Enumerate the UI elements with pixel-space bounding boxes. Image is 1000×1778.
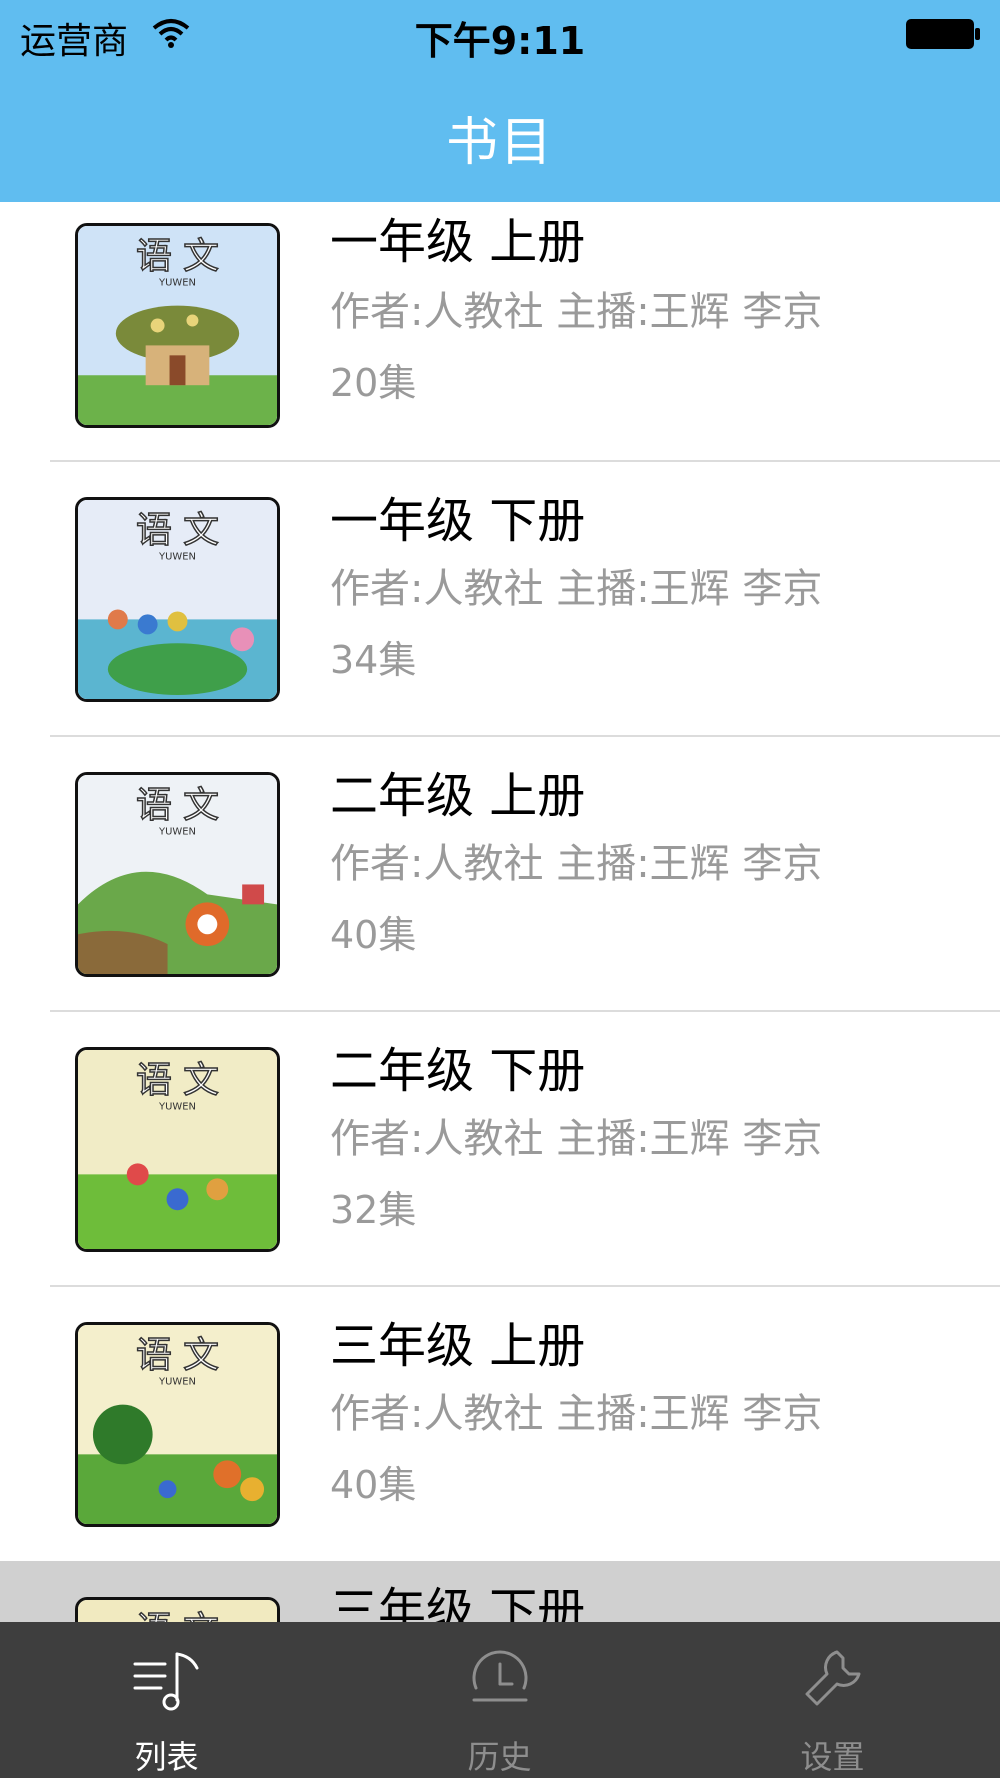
book-row[interactable]: 语 文 YUWEN 一年级 下册 作者:人教社 主播:王辉 李京 34集 [0,461,1000,736]
tab-label: 列表 [134,1738,199,1776]
book-episodes: 20集 [330,361,417,405]
cover-title: 语 文 [136,236,219,277]
cover-title: 语 文 [136,1335,219,1376]
wrench-icon [805,1650,861,1706]
book-cover: 语 文 YUWEN [75,1322,280,1527]
battery-icon [906,19,980,49]
book-row[interactable]: 语 文 YUWEN 三年级 上册 作者:人教社 主播:王辉 李京 40集 [0,1286,1000,1561]
book-title: 三年级 下册 [330,1583,586,1622]
book-episodes: 32集 [330,1188,417,1232]
tab-list[interactable]: 列表 [0,1622,333,1778]
cover-title: 语 文 [136,1060,219,1101]
cover-title: 语 文 [136,510,219,551]
book-row[interactable]: 语 文 YUWEN 二年级 下册 作者:人教社 主播:王辉 李京 32集 [0,1011,1000,1286]
cover-title: 语 文 [136,1610,219,1622]
cover-subtitle: YUWEN [158,1102,196,1113]
book-episodes: 34集 [330,638,417,682]
clock-icon [472,1650,528,1702]
book-cover: 语 文 [75,1597,280,1622]
book-list[interactable]: 语 文 YUWEN 一年级 上册 作者:人教社 主播:王辉 李京 20集 语 文… [0,202,1000,1622]
book-title: 二年级 上册 [330,768,586,824]
book-cover: 语 文 YUWEN [75,497,280,702]
tab-label: 历史 [467,1738,532,1776]
book-title: 一年级 上册 [330,214,586,270]
tab-history[interactable]: 历史 [333,1622,666,1778]
music-list-icon [133,1652,199,1711]
book-row[interactable]: 语 文 YUWEN 一年级 上册 作者:人教社 主播:王辉 李京 20集 [0,202,1000,457]
book-episodes: 40集 [330,1463,417,1507]
tab-label: 设置 [800,1738,865,1776]
cover-subtitle: YUWEN [158,1377,196,1388]
book-meta: 作者:人教社 主播:王辉 李京 [330,566,823,612]
book-cover: 语 文 YUWEN [75,223,280,428]
book-cover: 语 文 YUWEN [75,1047,280,1252]
book-title: 三年级 上册 [330,1318,586,1374]
status-bar: 运营商 下午9:11 [0,0,1000,70]
book-episodes: 40集 [330,913,417,957]
header: 运营商 下午9:11 书目 [0,0,1000,202]
book-row[interactable]: 语 文 YUWEN 二年级 上册 作者:人教社 主播:王辉 李京 40集 [0,736,1000,1011]
book-meta: 作者:人教社 主播:王辉 李京 [330,1391,823,1437]
cover-title: 语 文 [136,785,219,826]
tab-settings[interactable]: 设置 [666,1622,999,1778]
cover-subtitle: YUWEN [158,278,196,289]
book-meta: 作者:人教社 主播:王辉 李京 [330,289,823,335]
cover-subtitle: YUWEN [158,827,196,838]
status-time: 下午9:11 [414,19,586,63]
book-row-selected[interactable]: 语 文 三年级 下册 [0,1561,1000,1622]
cover-subtitle: YUWEN [158,552,196,563]
book-title: 一年级 下册 [330,493,586,549]
book-cover: 语 文 YUWEN [75,772,280,977]
book-title: 二年级 下册 [330,1043,586,1099]
page-title: 书目 [445,113,554,173]
book-meta: 作者:人教社 主播:王辉 李京 [330,841,823,887]
tab-bar: 列表 历史 设置 [0,1622,1000,1778]
book-meta: 作者:人教社 主播:王辉 李京 [330,1116,823,1162]
